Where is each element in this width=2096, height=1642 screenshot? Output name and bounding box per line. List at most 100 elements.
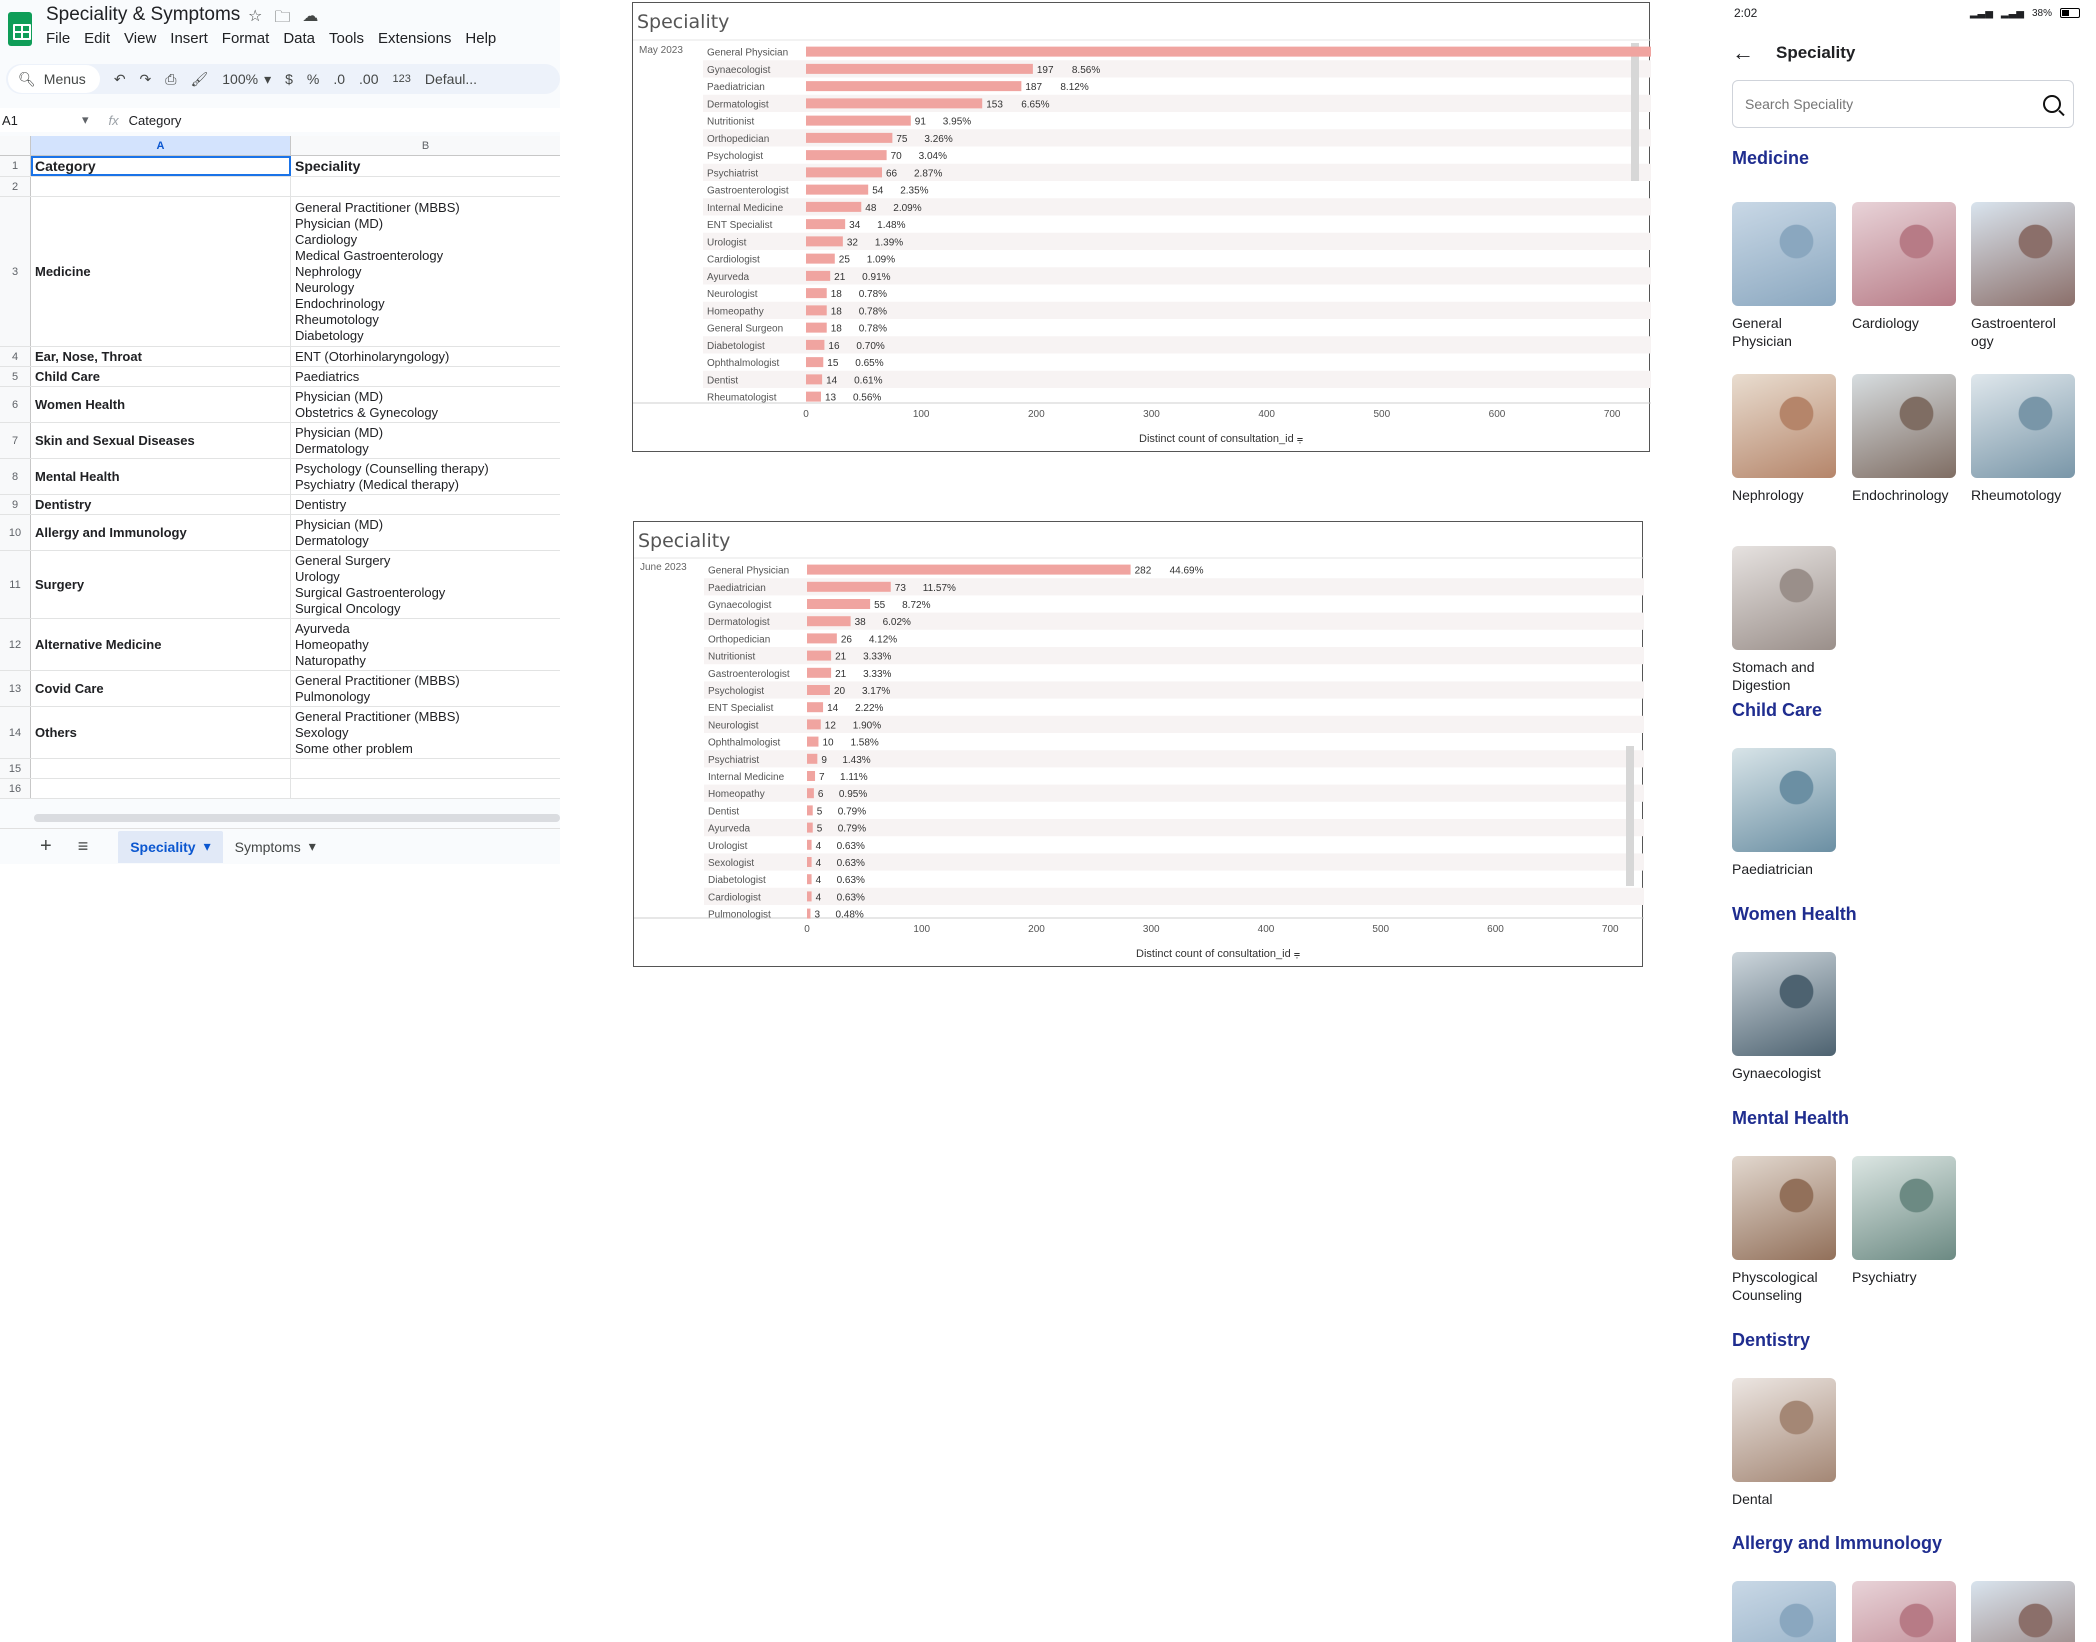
speciality-card[interactable]: Cardiology bbox=[1852, 202, 1958, 332]
cell-category[interactable]: Medicine bbox=[31, 197, 291, 346]
print-icon[interactable]: ⎙ bbox=[165, 71, 176, 88]
vertical-scrollbar[interactable] bbox=[1631, 43, 1639, 181]
cell-speciality[interactable] bbox=[291, 779, 560, 798]
currency-format-button[interactable]: $ bbox=[285, 71, 293, 87]
redo-icon[interactable]: ↷ bbox=[140, 71, 152, 88]
cell-speciality[interactable]: ENT (Otorhinolaryngology) bbox=[291, 347, 560, 366]
speciality-photo[interactable] bbox=[1852, 1156, 1956, 1260]
speciality-photo[interactable] bbox=[1732, 374, 1836, 478]
menu-edit[interactable]: Edit bbox=[84, 30, 118, 47]
speciality-card[interactable] bbox=[1971, 1581, 2077, 1642]
speciality-card[interactable]: Endochrinology bbox=[1852, 374, 1958, 504]
menu-extensions[interactable]: Extensions bbox=[378, 30, 459, 47]
name-box-chevron-icon[interactable]: ▾ bbox=[82, 112, 89, 128]
percent-format-button[interactable]: % bbox=[307, 71, 319, 87]
cell-category[interactable] bbox=[31, 759, 291, 778]
row-number[interactable]: 14 bbox=[0, 707, 31, 758]
horizontal-scrollbar[interactable] bbox=[34, 814, 560, 822]
sheets-logo-icon[interactable] bbox=[8, 12, 32, 46]
back-arrow-icon[interactable]: ← bbox=[1732, 40, 1754, 66]
row-number[interactable]: 13 bbox=[0, 671, 31, 706]
speciality-card[interactable]: Nephrology bbox=[1732, 374, 1838, 504]
speciality-photo[interactable] bbox=[1852, 202, 1956, 306]
add-sheet-icon[interactable]: + bbox=[40, 835, 52, 858]
cell-speciality[interactable]: Psychology (Counselling therapy) Psychiat… bbox=[291, 459, 560, 494]
cell-category[interactable]: Covid Care bbox=[31, 671, 291, 706]
row-number[interactable]: 4 bbox=[0, 347, 31, 366]
vertical-scrollbar[interactable] bbox=[1626, 746, 1634, 886]
row-number[interactable]: 11 bbox=[0, 551, 31, 618]
tab-speciality[interactable]: Speciality ▾ bbox=[118, 830, 223, 863]
row-number[interactable]: 10 bbox=[0, 515, 31, 550]
formula-input[interactable]: Category bbox=[129, 113, 182, 128]
speciality-card[interactable] bbox=[1732, 1581, 1838, 1642]
chevron-down-icon[interactable]: ▾ bbox=[264, 71, 271, 88]
font-select[interactable]: Defaul... bbox=[425, 71, 477, 87]
cell-category[interactable]: Women Health bbox=[31, 387, 291, 422]
speciality-photo[interactable] bbox=[1732, 1156, 1836, 1260]
speciality-photo[interactable] bbox=[1732, 1378, 1836, 1482]
speciality-card[interactable]: Dental bbox=[1732, 1378, 1838, 1508]
all-sheets-icon[interactable]: ≡ bbox=[78, 836, 89, 857]
zoom-select[interactable]: 100% bbox=[222, 71, 258, 87]
speciality-card[interactable] bbox=[1852, 1581, 1958, 1642]
speciality-photo[interactable] bbox=[1732, 748, 1836, 852]
cell-speciality[interactable]: General Practitioner (MBBS) Pulmonology bbox=[291, 671, 560, 706]
row-number[interactable]: 3 bbox=[0, 197, 31, 346]
cell-category[interactable]: Others bbox=[31, 707, 291, 758]
row-number[interactable]: 5 bbox=[0, 367, 31, 386]
speciality-photo[interactable] bbox=[1971, 374, 2075, 478]
row-number[interactable]: 1 bbox=[0, 156, 31, 176]
star-icon[interactable]: ☆ bbox=[248, 6, 262, 33]
cell-speciality[interactable]: Physician (MD) Dermatology bbox=[291, 423, 560, 458]
decrease-decimal-button[interactable]: .0 bbox=[333, 71, 345, 87]
row-number[interactable]: 16 bbox=[0, 779, 31, 798]
row-number[interactable]: 12 bbox=[0, 619, 31, 670]
cell-speciality[interactable]: Physician (MD) Dermatology bbox=[291, 515, 560, 550]
cell-category[interactable]: Category bbox=[31, 156, 291, 176]
speciality-photo[interactable] bbox=[1732, 546, 1836, 650]
menu-file[interactable]: File bbox=[46, 30, 78, 47]
x-axis-title[interactable]: Distinct count of consultation_id ⩦ bbox=[1136, 948, 1300, 961]
row-number[interactable]: 15 bbox=[0, 759, 31, 778]
paint-format-icon[interactable]: 🖌︎ bbox=[190, 71, 208, 88]
speciality-photo[interactable] bbox=[1732, 1581, 1836, 1642]
cell-category[interactable] bbox=[31, 177, 291, 196]
row-number[interactable]: 2 bbox=[0, 177, 31, 196]
speciality-photo[interactable] bbox=[1971, 1581, 2075, 1642]
menu-view[interactable]: View bbox=[124, 30, 164, 47]
row-number[interactable]: 9 bbox=[0, 495, 31, 514]
menu-help[interactable]: Help bbox=[465, 30, 504, 47]
cell-category[interactable]: Skin and Sexual Diseases bbox=[31, 423, 291, 458]
tab-symptoms[interactable]: Symptoms ▾ bbox=[223, 831, 328, 863]
cell-speciality[interactable]: General Practitioner (MBBS) Physician (MD… bbox=[291, 197, 560, 346]
cell-category[interactable]: Mental Health bbox=[31, 459, 291, 494]
cell-speciality[interactable]: Speciality bbox=[291, 156, 560, 176]
speciality-card[interactable]: Gastroenterol ogy bbox=[1971, 202, 2077, 350]
number-format-button[interactable]: 123 bbox=[393, 73, 411, 85]
search-icon[interactable] bbox=[2043, 95, 2061, 113]
menu-tools[interactable]: Tools bbox=[329, 30, 372, 47]
column-header-b[interactable]: B bbox=[291, 136, 560, 155]
select-all-corner[interactable] bbox=[0, 136, 31, 155]
cell-speciality[interactable] bbox=[291, 759, 560, 778]
speciality-card[interactable]: Gynaecologist bbox=[1732, 952, 1838, 1082]
cell-speciality[interactable]: Physician (MD) Obstetrics & Gynecology bbox=[291, 387, 560, 422]
speciality-card[interactable]: Psychiatry bbox=[1852, 1156, 1958, 1286]
menus-search-button[interactable]: 🔍︎ Menus bbox=[8, 65, 100, 93]
document-title[interactable]: Speciality & Symptoms bbox=[46, 4, 240, 26]
cell-category[interactable]: Ear, Nose, Throat bbox=[31, 347, 291, 366]
column-header-a[interactable]: A bbox=[31, 136, 291, 155]
menu-format[interactable]: Format bbox=[222, 30, 278, 47]
cell-category[interactable]: Allergy and Immunology bbox=[31, 515, 291, 550]
search-input[interactable] bbox=[1745, 96, 2025, 112]
speciality-photo[interactable] bbox=[1971, 202, 2075, 306]
cell-speciality[interactable]: Ayurveda Homeopathy Naturopathy bbox=[291, 619, 560, 670]
cell-category[interactable]: Child Care bbox=[31, 367, 291, 386]
cell-speciality[interactable]: Paediatrics bbox=[291, 367, 560, 386]
row-number[interactable]: 8 bbox=[0, 459, 31, 494]
menu-insert[interactable]: Insert bbox=[170, 30, 216, 47]
speciality-photo[interactable] bbox=[1732, 202, 1836, 306]
cell-category[interactable] bbox=[31, 779, 291, 798]
speciality-card[interactable]: Stomach and Digestion bbox=[1732, 546, 1838, 694]
